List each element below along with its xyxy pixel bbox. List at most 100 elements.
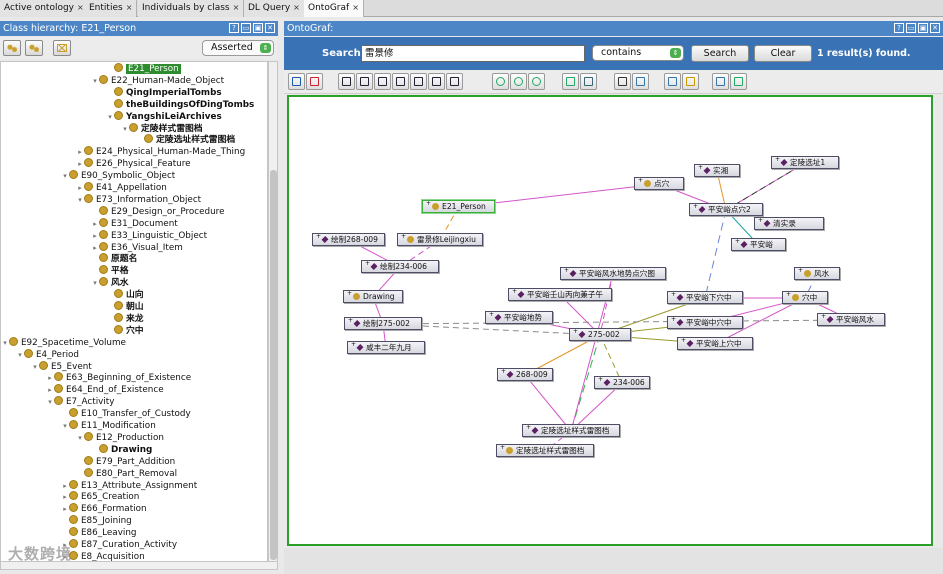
chevron-down-icon[interactable]: ▾: [121, 123, 129, 135]
chevron-down-icon[interactable]: ▾: [76, 432, 84, 444]
chevron-right-icon[interactable]: ▸: [76, 158, 84, 170]
tree-item[interactable]: ▾ 定陵样式雷图档: [121, 122, 203, 135]
graph-node[interactable]: + 雷景修Leijingxiu: [397, 233, 483, 246]
chevron-down-icon[interactable]: ▾: [46, 396, 54, 408]
chevron-right-icon[interactable]: ▸: [76, 182, 84, 194]
tree-item[interactable]: E79_Part_Addition: [76, 455, 175, 468]
clear-button[interactable]: Clear: [754, 45, 812, 62]
image-button[interactable]: [632, 73, 649, 90]
graph-node[interactable]: + 穴中: [782, 291, 828, 304]
tree-item[interactable]: 朝山: [106, 301, 144, 313]
chevron-right-icon[interactable]: ▸: [46, 372, 54, 384]
open-button[interactable]: [682, 73, 699, 90]
tree-item[interactable]: 原题名: [91, 253, 137, 265]
tab-individuals-by-class[interactable]: Individuals by class ×: [138, 0, 245, 17]
tab-dl-query[interactable]: DL Query ×: [244, 0, 305, 17]
tree-item[interactable]: 穴中: [106, 324, 144, 337]
chevron-right-icon[interactable]: ▸: [76, 146, 84, 158]
graph-node[interactable]: + 定陵选址样式雷图档: [496, 444, 594, 457]
tree-item[interactable]: ▸ E87_Curation_Activity: [61, 539, 177, 551]
chevron-down-icon[interactable]: ▾: [76, 194, 84, 206]
expand-icon[interactable]: +: [500, 445, 505, 451]
expand-icon[interactable]: +: [798, 268, 803, 274]
close-icon[interactable]: ×: [352, 3, 359, 12]
vertical-tree-button[interactable]: [428, 73, 445, 90]
expand-icon[interactable]: +: [401, 234, 406, 240]
tree-item[interactable]: E80_Part_Removal: [76, 467, 177, 480]
graph-node[interactable]: + 平安峪点穴2: [689, 203, 763, 216]
close-icon[interactable]: ×: [293, 3, 300, 12]
scroll-thumb[interactable]: [270, 170, 277, 560]
chevron-right-icon[interactable]: ▸: [61, 480, 69, 492]
search-input[interactable]: 雷景修: [361, 45, 585, 62]
close-icon[interactable]: ✕: [265, 23, 275, 33]
tree-item[interactable]: ▾ E73_Information_Object: [76, 193, 201, 206]
tree-item[interactable]: ▾ E7_Activity: [46, 396, 114, 408]
close-icon[interactable]: ×: [126, 3, 133, 12]
expand-icon[interactable]: +: [786, 292, 791, 298]
graph-node[interactable]: +234-006: [594, 376, 650, 389]
home-button[interactable]: [288, 73, 305, 90]
graph-node[interactable]: + 平安峪地势: [485, 311, 553, 324]
delete-class-button[interactable]: [53, 40, 71, 56]
add-sibling-button[interactable]: [25, 40, 43, 56]
tree-item[interactable]: E29_Design_or_Procedure: [91, 205, 225, 218]
tree-item[interactable]: ▾ E11_Modification: [61, 420, 156, 432]
help-icon[interactable]: ?: [894, 23, 904, 33]
save-button[interactable]: [664, 73, 681, 90]
graph-node[interactable]: + 清实录: [754, 217, 824, 230]
pin-button[interactable]: [730, 73, 747, 90]
tree-item[interactable]: ▾ YangshiLeiArchives: [106, 110, 222, 123]
chevron-right-icon[interactable]: ▸: [91, 242, 99, 254]
close-icon[interactable]: ×: [77, 3, 84, 12]
horizontal-tree-button[interactable]: [410, 73, 427, 90]
tree-item[interactable]: E10_Transfer_of_Custody: [61, 408, 191, 420]
spring-layout-button[interactable]: [374, 73, 391, 90]
zoom-in-button[interactable]: [492, 73, 509, 90]
tree-item[interactable]: theBuildingsOfDingTombs: [106, 98, 254, 111]
tree-item[interactable]: ▸ E33_Linguistic_Object: [91, 229, 207, 242]
graph-node[interactable]: +268-009: [497, 368, 553, 381]
graph-node[interactable]: + 绘制275-002: [344, 317, 422, 330]
tree-item[interactable]: ▾ 风水: [91, 277, 129, 289]
graph-node[interactable]: + 实湘: [694, 164, 740, 177]
tab-active-ontology[interactable]: Active ontology ×: [0, 0, 89, 17]
graph-node[interactable]: + 平安峪上穴中: [677, 337, 753, 350]
graph-node[interactable]: + 绘制268-009: [312, 233, 385, 246]
graph-node[interactable]: + 咸丰二年九月: [347, 341, 425, 354]
close-icon[interactable]: ×: [233, 3, 240, 12]
minimize-icon[interactable]: ▭: [906, 23, 916, 33]
tree-item[interactable]: 平格: [91, 265, 129, 277]
tree-item[interactable]: ▾ E90_Symbolic_Object: [61, 170, 175, 182]
graph-node[interactable]: +275-002: [569, 328, 631, 341]
chevron-right-icon[interactable]: ▸: [91, 218, 99, 230]
tree-item[interactable]: ▾ E4_Period: [16, 348, 79, 361]
zoom-fit-button[interactable]: [510, 73, 527, 90]
minimize-icon[interactable]: ▭: [241, 23, 251, 33]
radial-layout-button[interactable]: [356, 73, 373, 90]
tree-item[interactable]: Drawing: [91, 443, 152, 456]
close-icon[interactable]: ✕: [930, 23, 940, 33]
graph-node[interactable]: + 平安峪风水地势点穴图: [560, 267, 666, 280]
tree-item[interactable]: ▸ E31_Document: [91, 217, 178, 230]
chevron-right-icon[interactable]: ▸: [61, 503, 69, 515]
tree-vertical-scrollbar[interactable]: [268, 61, 278, 562]
maximize-icon[interactable]: ▣: [253, 23, 263, 33]
chevron-down-icon[interactable]: ▾: [31, 361, 39, 373]
tree-item[interactable]: ▸ E66_Formation: [61, 503, 147, 515]
tree-item[interactable]: 定陵选址样式雷图档: [136, 134, 235, 146]
graph-node[interactable]: + 平安峪风水: [817, 313, 885, 326]
chevron-right-icon[interactable]: ▸: [91, 230, 99, 242]
filter-button[interactable]: [562, 73, 579, 90]
tree-item[interactable]: ▾ E5_Event: [31, 360, 92, 373]
tree-item[interactable]: ▾ E22_Human-Made_Object: [91, 74, 224, 87]
remove-button[interactable]: [306, 73, 323, 90]
add-subclass-button[interactable]: [3, 40, 21, 56]
tab-entities[interactable]: Entities ×: [85, 0, 138, 17]
help-icon[interactable]: ?: [229, 23, 239, 33]
graph-node[interactable]: + 风水: [794, 267, 840, 280]
chevron-down-icon[interactable]: ▾: [1, 337, 9, 349]
graph-node[interactable]: + 绘制234-006: [361, 260, 439, 273]
search-button[interactable]: Search: [691, 45, 749, 62]
tree-item[interactable]: ▸ E24_Physical_Human-Made_Thing: [76, 146, 245, 158]
